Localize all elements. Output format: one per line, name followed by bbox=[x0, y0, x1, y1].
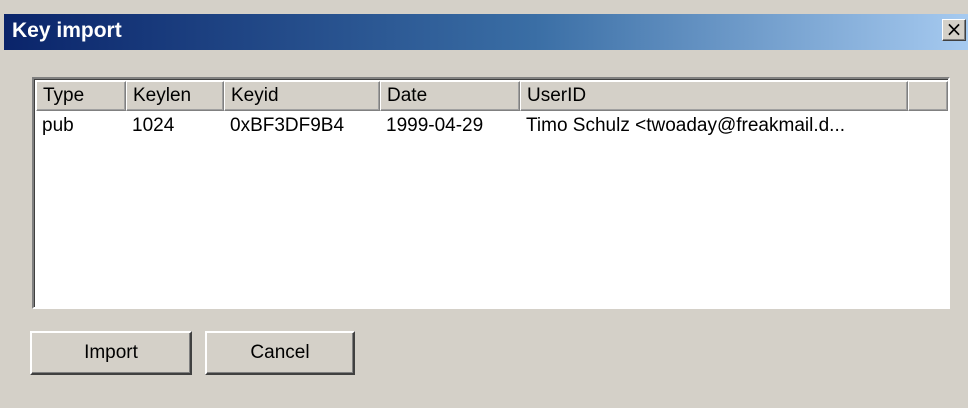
cell-date: 1999-04-29 bbox=[386, 115, 484, 136]
list-rows: pub 1024 0xBF3DF9B4 1999-04-29 Timo Schu… bbox=[36, 113, 948, 141]
column-header-type[interactable]: Type bbox=[36, 81, 126, 111]
title-bar[interactable]: Key import × bbox=[4, 14, 968, 50]
cell-userid: Timo Schulz <twoaday@freakmail.d... bbox=[526, 115, 846, 136]
table-row[interactable]: pub 1024 0xBF3DF9B4 1999-04-29 Timo Schu… bbox=[36, 113, 948, 141]
column-header-filler bbox=[908, 81, 948, 111]
cell-keylen: 1024 bbox=[132, 115, 175, 136]
close-button[interactable]: × bbox=[942, 19, 966, 41]
list-header: Type Keylen Keyid Date UserID bbox=[36, 81, 948, 111]
cell-keyid: 0xBF3DF9B4 bbox=[230, 115, 345, 136]
close-icon: × bbox=[945, 17, 963, 41]
column-header-keylen[interactable]: Keylen bbox=[126, 81, 224, 111]
import-button[interactable]: Import bbox=[30, 331, 192, 375]
column-header-userid[interactable]: UserID bbox=[520, 81, 908, 111]
column-header-keyid[interactable]: Keyid bbox=[224, 81, 380, 111]
column-header-date[interactable]: Date bbox=[380, 81, 520, 111]
key-list[interactable]: Type Keylen Keyid Date UserID pub 1024 0… bbox=[32, 77, 950, 309]
cancel-button[interactable]: Cancel bbox=[205, 331, 355, 375]
key-import-dialog: Key import × Type Keylen Keyid Date User… bbox=[0, 0, 968, 408]
cell-type: pub bbox=[42, 115, 74, 136]
window-title: Key import bbox=[12, 19, 122, 42]
